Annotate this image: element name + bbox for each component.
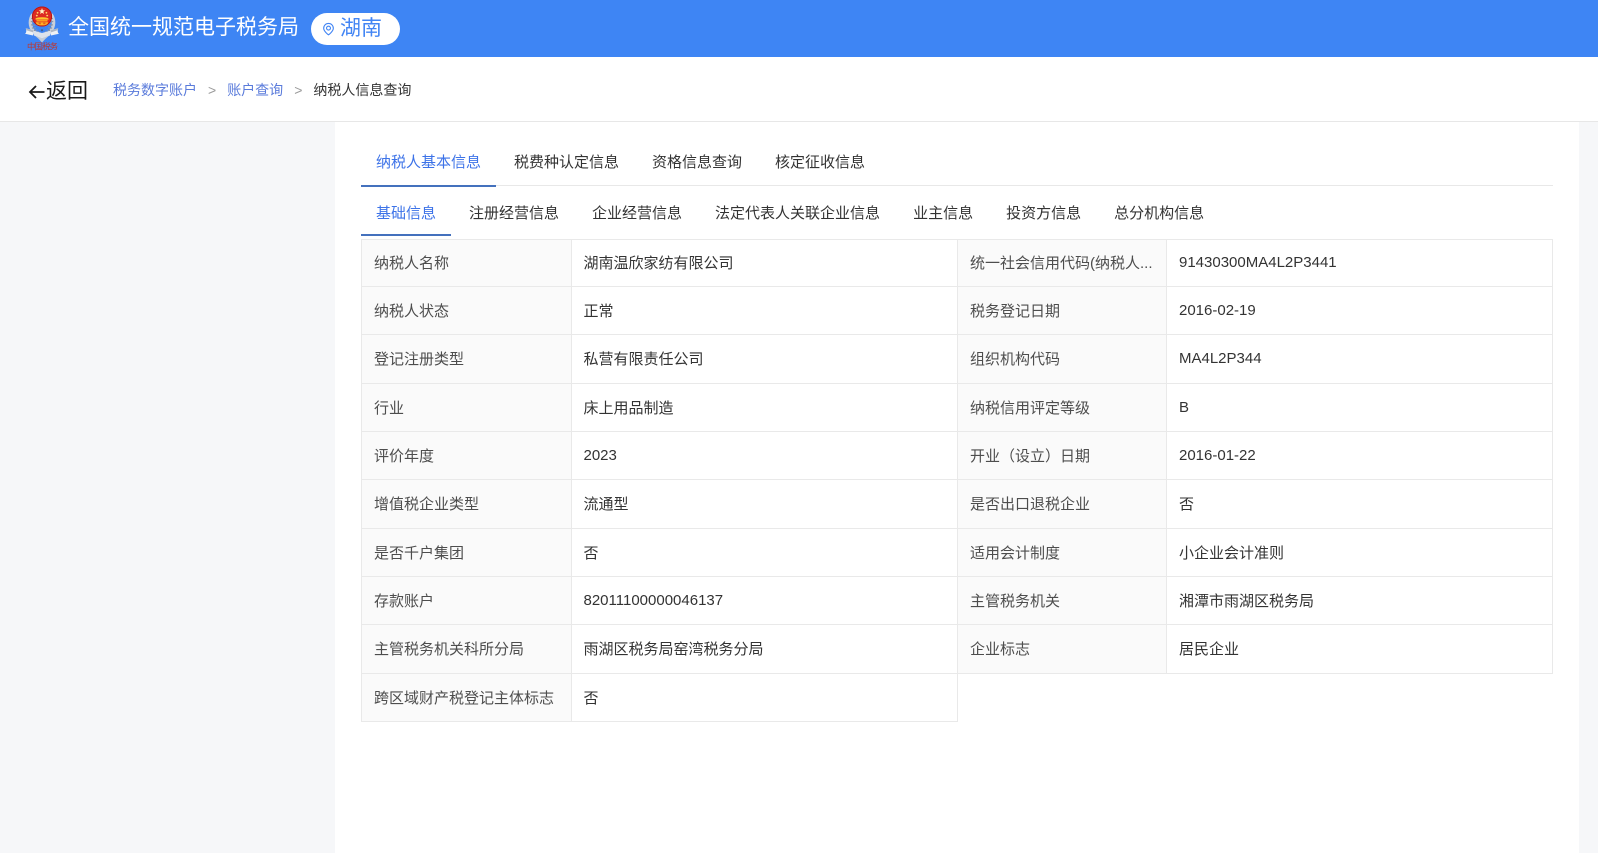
svg-text:中国税务: 中国税务 (27, 42, 59, 52)
